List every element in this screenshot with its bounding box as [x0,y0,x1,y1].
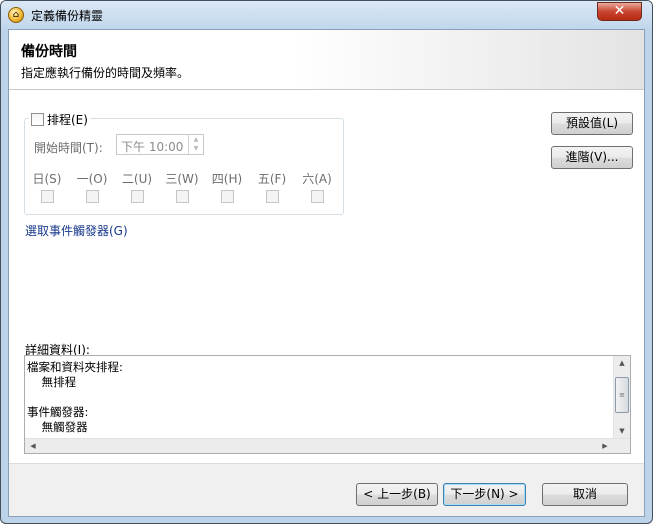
day-checkbox-friday[interactable] [266,190,279,203]
cancel-button[interactable]: 取消 [542,483,628,506]
wizard-footer: < 上一步(B) 下一步(N) > 取消 [9,463,644,516]
day-checkbox-wednesday[interactable] [176,190,189,203]
day-checkbox-tuesday[interactable] [131,190,144,203]
day-label-friday: 五(F) [257,172,287,186]
day-checkbox-sunday[interactable] [41,190,54,203]
day-label-wednesday: 三(W) [165,172,199,186]
day-label-thursday: 四(H) [211,172,243,186]
scroll-right-icon[interactable]: ▶ [597,439,613,453]
close-icon: ✕ [613,3,626,19]
title-bar[interactable]: ⌂ 定義備份精靈 ✕ [1,1,652,29]
day-checkbox-thursday[interactable] [221,190,234,203]
scroll-up-icon[interactable]: ▲ [614,356,630,371]
start-time-spinner[interactable]: ▲ ▼ [188,135,203,154]
day-label-sunday: 日(S) [32,172,62,186]
schedule-checkbox-label: 排程(E) [47,113,88,127]
close-button[interactable]: ✕ [597,2,642,21]
day-label-monday: 一(O) [76,172,108,186]
wizard-client-area: 備份時間 指定應執行備份的時間及頻率。 排程(E) 開始時間(T): 下午 10… [8,29,645,517]
start-time-label: 開始時間(T): [34,141,103,155]
schedule-checkbox[interactable]: 排程(E) [29,111,90,128]
page-subtitle: 指定應執行備份的時間及頻率。 [21,66,190,80]
window-title: 定義備份精靈 [31,9,104,23]
day-label-saturday: 六(A) [302,172,332,186]
page-title: 備份時間 [21,44,77,60]
scroll-left-icon[interactable]: ◀ [25,439,41,453]
day-checkbox-saturday[interactable] [311,190,324,203]
spin-down-icon[interactable]: ▼ [189,144,203,153]
select-event-trigger-link[interactable]: 選取事件觸發器(G) [25,222,128,239]
details-horizontal-scrollbar[interactable]: ◀ ▶ [25,438,630,453]
day-label-tuesday: 二(U) [121,172,153,186]
scroll-thumb[interactable]: ≡ [615,377,629,413]
schedule-checkbox-box[interactable] [31,113,44,126]
spin-up-icon[interactable]: ▲ [189,135,203,144]
back-button[interactable]: < 上一步(B) [356,483,438,506]
details-vertical-scrollbar[interactable]: ▲ ≡ ▼ [613,356,630,439]
details-textbox[interactable]: 檔案和資料夾排程: 無排程 事件觸發器: 無觸發器 ▲ ≡ ▼ ◀ ▶ [24,355,631,454]
backup-wizard-icon: ⌂ [8,7,24,23]
day-checkbox-monday[interactable] [86,190,99,203]
details-text: 檔案和資料夾排程: 無排程 事件觸發器: 無觸發器 [27,360,123,434]
advanced-button[interactable]: 進階(V)... [551,146,633,169]
wizard-header: 備份時間 指定應執行備份的時間及頻率。 [9,30,644,90]
next-button[interactable]: 下一步(N) > [443,483,526,506]
scroll-down-icon[interactable]: ▼ [614,424,630,439]
defaults-button[interactable]: 預設值(L) [551,112,633,135]
wizard-window: ⌂ 定義備份精靈 ✕ 備份時間 指定應執行備份的時間及頻率。 排程(E) 開始時… [0,0,653,524]
